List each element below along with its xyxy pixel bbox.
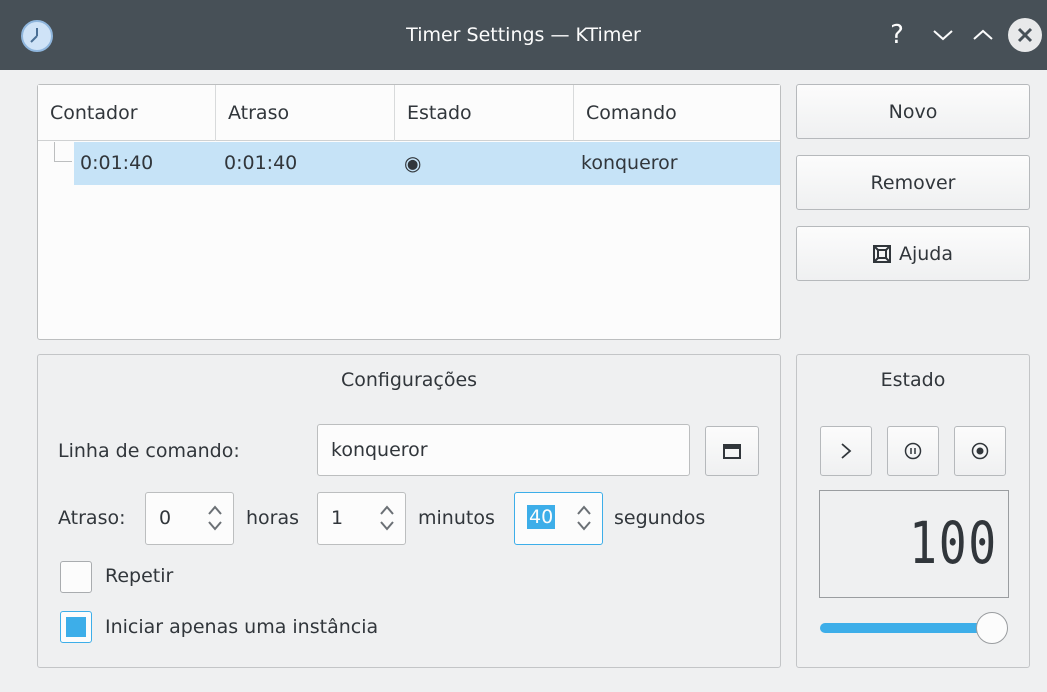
- clock-icon[interactable]: [21, 20, 53, 52]
- seconds-label: segundos: [614, 507, 706, 529]
- stop-icon: [971, 442, 989, 460]
- cell-counter: 0:01:40: [80, 152, 154, 174]
- single-instance-label: Iniciar apenas uma instância: [105, 616, 379, 638]
- lifebuoy-icon: [872, 244, 891, 263]
- command-line-label: Linha de comando:: [58, 440, 240, 462]
- state-group-title: Estado: [880, 369, 946, 391]
- seconds-spinbox[interactable]: 40: [514, 492, 603, 545]
- hours-spinbox[interactable]: 0: [145, 492, 234, 545]
- slider-handle[interactable]: [976, 612, 1008, 644]
- slider-track[interactable]: [820, 623, 990, 633]
- lcd-value: 100: [909, 509, 998, 577]
- help-button-label: Ajuda: [898, 242, 954, 265]
- close-icon: [1017, 27, 1033, 43]
- cell-state-stop-icon: ◉: [404, 151, 422, 175]
- folder-icon: [723, 444, 741, 459]
- column-header-counter[interactable]: Contador: [38, 85, 216, 141]
- pause-icon: [904, 442, 922, 460]
- column-header-command[interactable]: Comando: [574, 85, 780, 141]
- seconds-value: 40: [527, 505, 556, 529]
- title-bar: Timer Settings — KTimer ?: [0, 0, 1047, 70]
- minutes-value: 1: [331, 507, 344, 529]
- chevron-up-icon: [973, 29, 993, 40]
- table-header: Contador Atraso Estado Comando: [38, 85, 780, 141]
- checkbox-check-mark: [66, 617, 86, 637]
- cell-command: konqueror: [581, 152, 678, 174]
- spin-arrows-icon[interactable]: [376, 498, 398, 538]
- remove-button[interactable]: Remover: [796, 155, 1030, 210]
- new-button[interactable]: Novo: [796, 84, 1030, 139]
- stop-button[interactable]: [954, 426, 1006, 476]
- spin-arrows-icon[interactable]: [573, 498, 595, 538]
- tree-branch-line: [54, 142, 72, 162]
- hours-label: horas: [246, 507, 300, 529]
- browse-button[interactable]: [705, 426, 759, 476]
- column-header-state[interactable]: Estado: [395, 85, 574, 141]
- cell-delay: 0:01:40: [224, 152, 298, 174]
- lcd-display: 100: [819, 490, 1009, 598]
- minutes-spinbox[interactable]: 1: [317, 492, 406, 545]
- timer-table[interactable]: Contador Atraso Estado Comando 0:01:40 0…: [37, 84, 781, 340]
- repeat-label: Repetir: [105, 565, 174, 587]
- hours-value: 0: [159, 507, 172, 529]
- spin-arrows-icon[interactable]: [204, 498, 226, 538]
- start-button[interactable]: [820, 426, 872, 476]
- help-button[interactable]: Ajuda: [796, 226, 1030, 281]
- minimize-button[interactable]: [926, 18, 960, 52]
- play-icon: [841, 443, 852, 459]
- settings-group-title: Configurações: [340, 369, 478, 391]
- column-header-delay[interactable]: Atraso: [216, 85, 395, 141]
- maximize-button[interactable]: [966, 18, 1000, 52]
- repeat-checkbox[interactable]: [60, 561, 92, 593]
- pause-button[interactable]: [887, 426, 939, 476]
- minutes-label: minutos: [418, 507, 495, 529]
- delay-label: Atraso:: [58, 507, 126, 529]
- chevron-down-icon: [933, 30, 953, 41]
- help-titlebar-button[interactable]: ?: [880, 18, 914, 52]
- close-button[interactable]: [1008, 18, 1042, 52]
- command-line-input[interactable]: konqueror: [317, 424, 690, 476]
- single-instance-checkbox[interactable]: [60, 611, 92, 643]
